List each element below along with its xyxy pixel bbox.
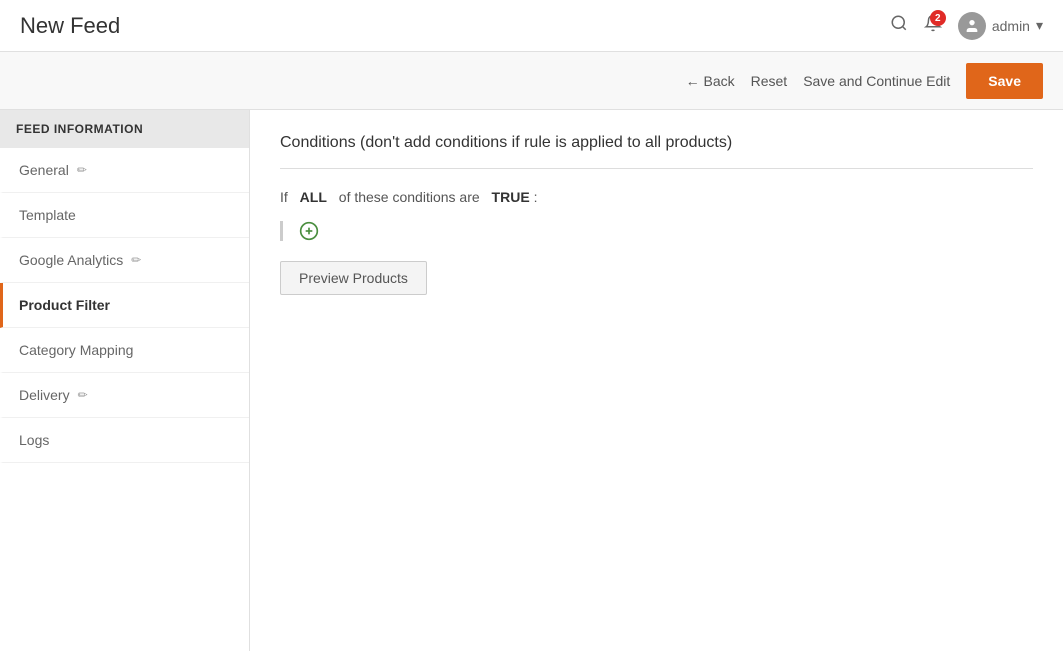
sidebar-item-label: Template <box>19 207 76 223</box>
sidebar-item-label: General <box>19 162 69 178</box>
divider <box>280 168 1033 169</box>
sidebar-section-title: FEED INFORMATION <box>0 110 249 148</box>
conditions-keyword-true: TRUE <box>492 189 530 205</box>
sidebar-item-label: Category Mapping <box>19 342 133 358</box>
add-condition-button[interactable] <box>299 221 319 241</box>
sidebar-item-label: Google Analytics <box>19 252 123 268</box>
back-button[interactable]: ← Back <box>686 73 735 89</box>
conditions-text-of: of these conditions are <box>339 189 480 205</box>
conditions-colon: : <box>534 189 538 205</box>
conditions-info: If ALL of these conditions are TRUE : <box>280 189 1033 205</box>
page-title: New Feed <box>20 13 120 39</box>
conditions-keyword-all: ALL <box>300 189 327 205</box>
sidebar-item-template[interactable]: Template <box>0 193 249 238</box>
conditions-tree <box>280 221 1033 241</box>
sidebar-item-category-mapping[interactable]: Category Mapping <box>0 328 249 373</box>
search-button[interactable] <box>890 14 908 37</box>
sidebar-item-google-analytics[interactable]: Google Analytics ✏ <box>0 238 249 283</box>
pencil-icon: ✏ <box>77 163 87 177</box>
top-header: New Feed 2 admin ▾ <box>0 0 1063 52</box>
save-continue-button[interactable]: Save and Continue Edit <box>803 73 950 89</box>
pencil-icon: ✏ <box>78 388 88 402</box>
sidebar-item-logs[interactable]: Logs <box>0 418 249 463</box>
admin-dropdown-icon: ▾ <box>1036 17 1043 34</box>
notification-badge: 2 <box>930 10 946 26</box>
admin-label: admin <box>992 18 1030 34</box>
sidebar-item-label: Delivery <box>19 387 70 403</box>
toolbar: ← Back Reset Save and Continue Edit Save <box>0 52 1063 110</box>
save-button[interactable]: Save <box>966 63 1043 99</box>
conditions-text-if: If <box>280 189 288 205</box>
avatar <box>958 12 986 40</box>
preview-products-button[interactable]: Preview Products <box>280 261 427 295</box>
sidebar-item-label: Logs <box>19 432 49 448</box>
notification-button[interactable]: 2 <box>924 14 942 37</box>
pencil-icon: ✏ <box>131 253 141 267</box>
reset-button[interactable]: Reset <box>751 73 788 89</box>
section-heading: Conditions (don't add conditions if rule… <box>280 134 1033 152</box>
sidebar-item-delivery[interactable]: Delivery ✏ <box>0 373 249 418</box>
main-content: Conditions (don't add conditions if rule… <box>250 110 1063 651</box>
sidebar-item-general[interactable]: General ✏ <box>0 148 249 193</box>
content-area: FEED INFORMATION General ✏ Template Goog… <box>0 110 1063 651</box>
admin-user[interactable]: admin ▾ <box>958 12 1043 40</box>
header-actions: 2 admin ▾ <box>890 12 1043 40</box>
sidebar: FEED INFORMATION General ✏ Template Goog… <box>0 110 250 651</box>
sidebar-item-label: Product Filter <box>19 297 110 313</box>
sidebar-item-product-filter[interactable]: Product Filter <box>0 283 249 328</box>
